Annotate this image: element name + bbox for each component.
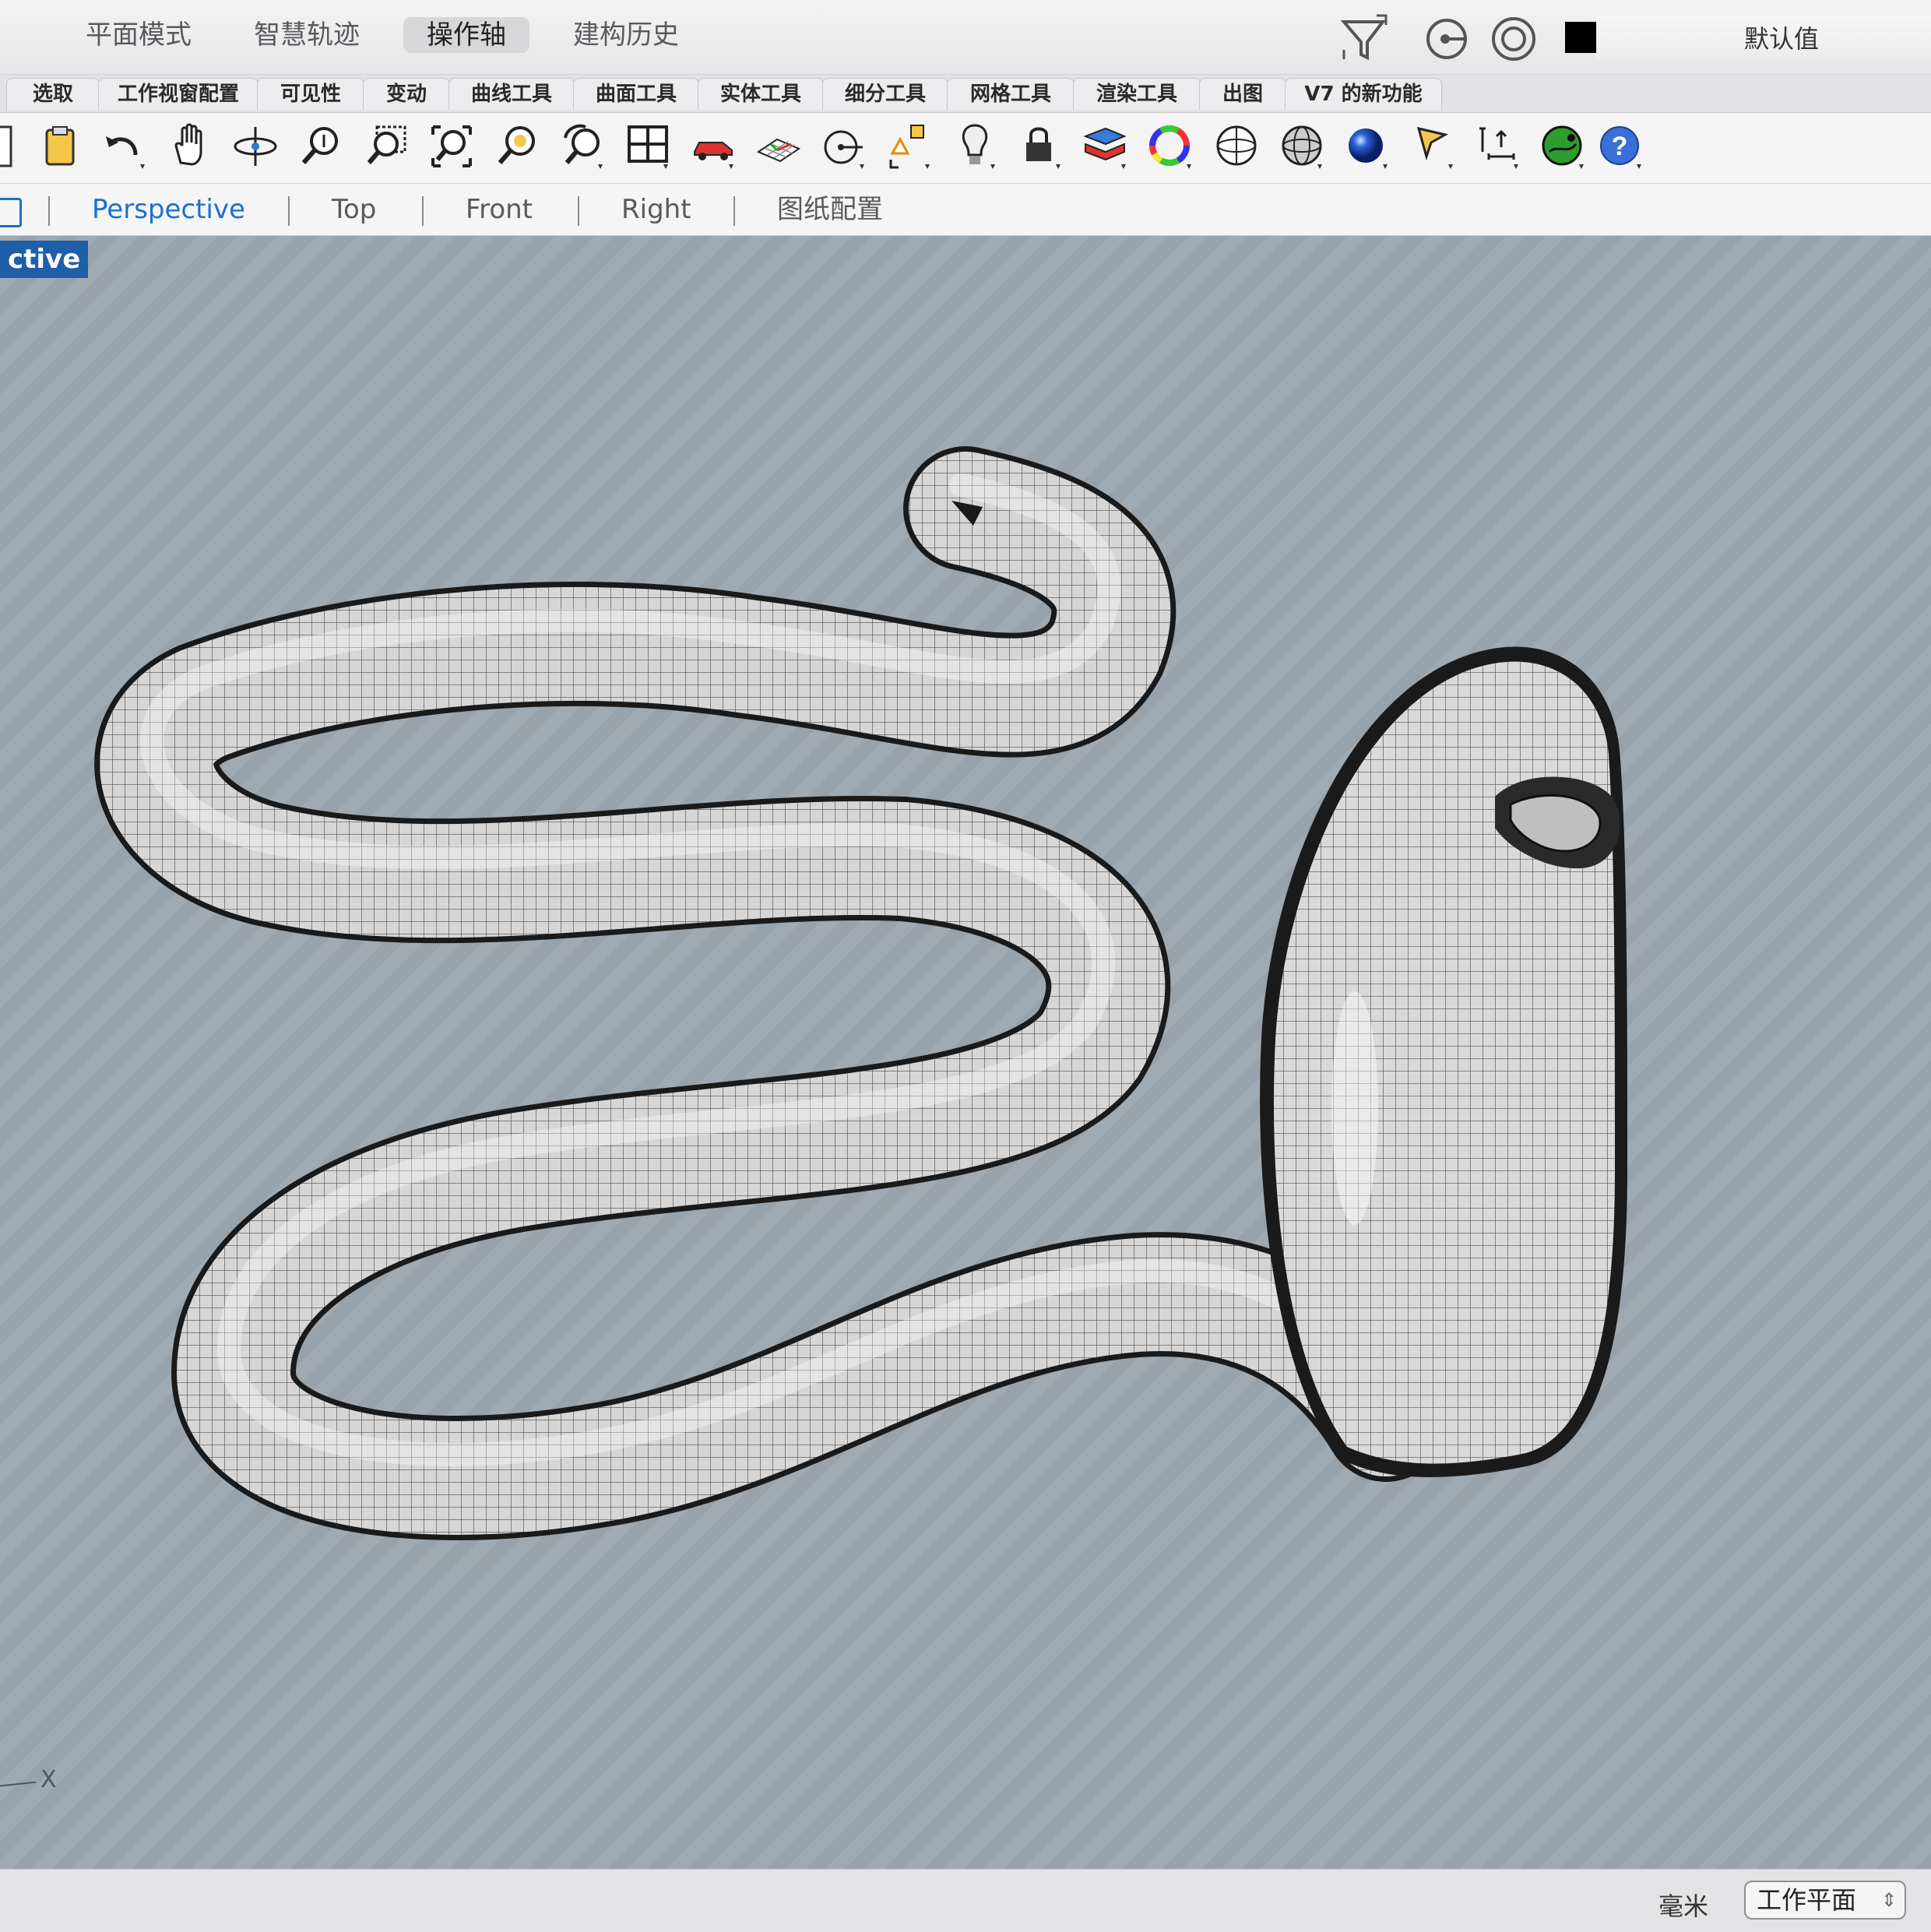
- tab-separator: [733, 196, 735, 226]
- cplane-label: 工作平面: [1757, 1885, 1857, 1915]
- light-icon[interactable]: [950, 121, 1000, 172]
- car-render-icon[interactable]: [688, 121, 738, 172]
- lock-icon[interactable]: [1015, 121, 1065, 172]
- point-icon[interactable]: [819, 121, 869, 172]
- tab-transform[interactable]: 变动: [363, 78, 450, 110]
- tab-curve-tools[interactable]: 曲线工具: [448, 78, 575, 110]
- blue-sphere-icon[interactable]: [1342, 121, 1392, 172]
- tab-perspective[interactable]: Perspective: [92, 192, 245, 227]
- viewport-tabs: Perspective Top Front Right 图纸配置: [0, 184, 1931, 237]
- sphere-wire-icon[interactable]: [1212, 121, 1261, 172]
- tab-visibility[interactable]: 可见性: [257, 78, 364, 110]
- layer-color-swatch: [1565, 22, 1596, 53]
- pan-hand-icon[interactable]: [165, 121, 215, 172]
- cplane-selector[interactable]: 工作平面 ⇕: [1744, 1881, 1906, 1920]
- tab-mesh-tools[interactable]: 网格工具: [947, 78, 1075, 110]
- mode-planar[interactable]: 平面模式: [62, 17, 215, 53]
- tab-right[interactable]: Right: [621, 192, 691, 227]
- transform-icon[interactable]: [885, 121, 934, 172]
- tab-separator: [578, 196, 579, 226]
- top-toolbar: 平面模式 智慧轨迹 操作轴 建构历史 默认值: [0, 0, 1931, 75]
- chevron-updown-icon: ⇕: [1880, 1889, 1897, 1911]
- tab-viewport-layout[interactable]: 工作视窗配置: [98, 78, 259, 110]
- zoom-selected-icon[interactable]: [492, 121, 542, 172]
- viewport-tab-square-icon[interactable]: [0, 198, 22, 227]
- undo-icon[interactable]: [100, 121, 149, 172]
- cplane-grid-icon[interactable]: [754, 121, 804, 172]
- mode-smarttrack[interactable]: 智慧轨迹: [230, 17, 383, 53]
- tab-render-tools[interactable]: 渲染工具: [1073, 78, 1201, 110]
- zoom-extents-icon[interactable]: [427, 121, 477, 172]
- sphere-mesh-icon[interactable]: [1277, 121, 1327, 172]
- tab-select[interactable]: 选取: [6, 78, 100, 110]
- default-layer-label: 默认值: [1744, 24, 1820, 54]
- units-label[interactable]: 毫米: [1658, 1887, 1708, 1923]
- dimension-icon[interactable]: [1473, 121, 1523, 172]
- help-icon[interactable]: ?: [1596, 121, 1646, 172]
- four-viewports-icon[interactable]: [623, 121, 673, 172]
- mode-gumball[interactable]: 操作轴: [403, 17, 529, 53]
- status-bar: 毫米 工作平面 ⇕: [0, 1869, 1931, 1932]
- record-icon[interactable]: [1422, 14, 1472, 64]
- tab-new-in-v7[interactable]: V7 的新功能: [1285, 78, 1442, 110]
- new-file-icon[interactable]: [0, 121, 26, 172]
- icon-toolbar: ?: [0, 113, 1931, 184]
- axis-label: X: [40, 1766, 57, 1793]
- zoom-window-icon[interactable]: [361, 121, 411, 172]
- color-wheel-icon[interactable]: [1146, 121, 1196, 172]
- tab-separator: [48, 196, 50, 226]
- mode-history[interactable]: 建构历史: [550, 17, 702, 53]
- layer-icon[interactable]: [1081, 121, 1131, 172]
- tab-solid-tools[interactable]: 实体工具: [698, 78, 824, 110]
- tab-subd-tools[interactable]: 细分工具: [822, 78, 948, 110]
- tab-front[interactable]: Front: [466, 192, 533, 227]
- undo-view-icon[interactable]: [557, 121, 607, 172]
- toolbar-tabs: 选取 工作视窗配置 可见性 变动 曲线工具 曲面工具 实体工具 细分工具 网格工…: [0, 75, 1931, 113]
- perspective-viewport[interactable]: ctive X: [0, 236, 1931, 1869]
- tab-drafting[interactable]: 出图: [1199, 78, 1286, 110]
- pointer-icon[interactable]: [1408, 121, 1458, 172]
- snake-model[interactable]: [0, 236, 1931, 1869]
- paste-icon[interactable]: [36, 121, 86, 172]
- tab-surface-tools[interactable]: 曲面工具: [573, 78, 699, 110]
- tab-separator: [288, 196, 290, 226]
- filter-icon[interactable]: [1338, 11, 1392, 65]
- target-icon[interactable]: [1489, 14, 1539, 64]
- tab-separator: [422, 196, 424, 226]
- rotate-view-icon[interactable]: [230, 121, 280, 172]
- svg-text:?: ?: [1612, 132, 1628, 161]
- tab-top[interactable]: Top: [332, 192, 376, 227]
- zoom-icon[interactable]: [296, 121, 346, 172]
- tab-layout[interactable]: 图纸配置: [777, 192, 883, 227]
- green-globe-icon[interactable]: [1539, 121, 1588, 172]
